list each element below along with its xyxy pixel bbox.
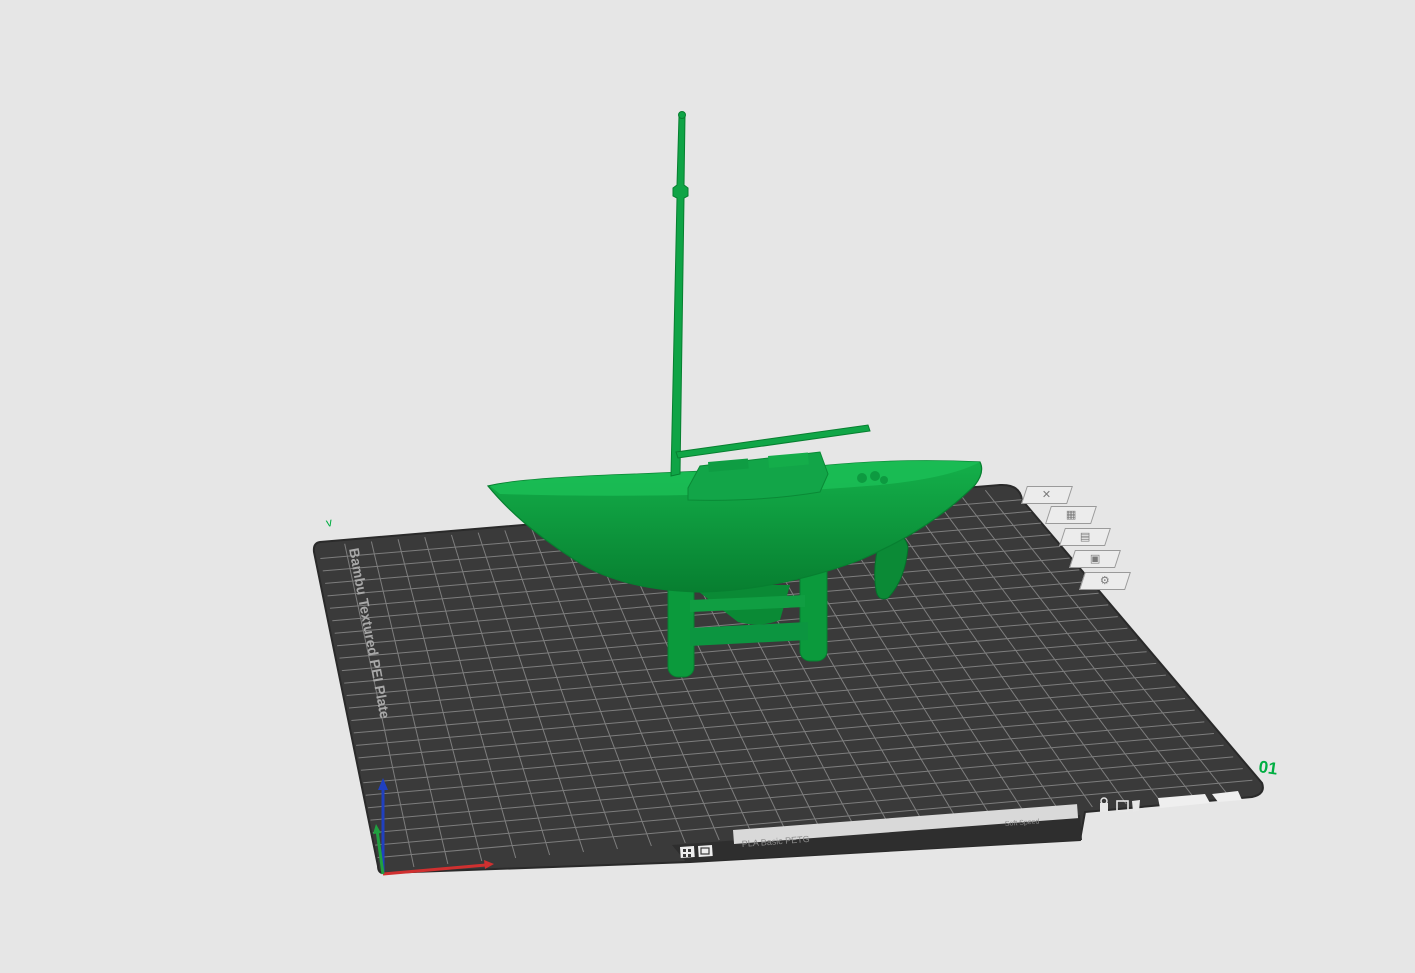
arrange-button[interactable]: ▦ [1045, 506, 1097, 524]
orient-icon: ▤ [1079, 530, 1091, 543]
grid-icon[interactable] [680, 846, 695, 858]
gear-icon: ⚙ [1100, 574, 1110, 587]
arrange-icon: ▦ [1065, 508, 1077, 521]
tag-icon[interactable] [1132, 800, 1140, 812]
close-icon: ✕ [1042, 488, 1052, 501]
delete-plate-button[interactable]: ✕ [1021, 486, 1073, 504]
image-icon[interactable] [697, 845, 713, 857]
lock-icon: ▣ [1089, 552, 1101, 565]
lock-plate-button[interactable]: ▣ [1069, 550, 1121, 568]
3d-viewport[interactable]: PLA Basic PETG Soft Speed Bambu Textured… [0, 0, 1415, 973]
boom [675, 424, 871, 459]
orient-button[interactable]: ▤ [1059, 528, 1111, 546]
plate-settings-button[interactable]: ⚙ [1079, 572, 1131, 590]
plate-toolbar: ✕ ▦ ▤ ▣ ⚙ [1020, 484, 1150, 594]
mast [670, 115, 689, 477]
plate-corner-mark: v [325, 515, 334, 530]
plate-number: 01 [1257, 757, 1278, 778]
